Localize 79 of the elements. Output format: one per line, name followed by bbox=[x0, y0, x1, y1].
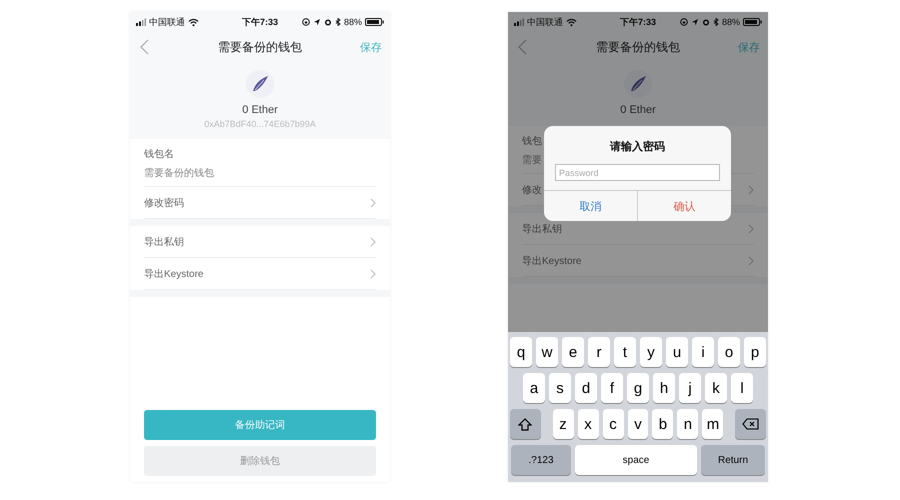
menu-item-label[interactable]: 导出Keystore bbox=[144, 266, 204, 280]
letter-key[interactable]: l bbox=[731, 373, 753, 403]
wifi-icon bbox=[188, 18, 199, 26]
menu-item-label[interactable]: 修改 bbox=[522, 182, 542, 196]
chevron-icon bbox=[748, 224, 754, 234]
letter-key[interactable]: o bbox=[718, 337, 740, 367]
rotation-lock-icon bbox=[680, 18, 688, 26]
bluetooth-icon bbox=[713, 18, 719, 26]
battery-percent: 88% bbox=[344, 17, 362, 27]
letter-key[interactable]: k bbox=[705, 373, 727, 403]
battery-percent: 88% bbox=[722, 17, 740, 27]
backspace-icon bbox=[742, 418, 760, 430]
letter-key[interactable]: h bbox=[653, 373, 675, 403]
page-title: 需要备份的钱包 bbox=[595, 38, 681, 56]
menu-item-label[interactable]: 导出私钥 bbox=[144, 234, 184, 248]
shift-key[interactable] bbox=[510, 409, 541, 439]
letter-key[interactable]: w bbox=[536, 337, 558, 367]
letter-key[interactable]: z bbox=[552, 409, 574, 439]
field-label: 钱包名 bbox=[144, 148, 174, 161]
battery-icon bbox=[743, 18, 762, 26]
field-label: 钱包 bbox=[522, 135, 542, 148]
ether-logo-icon bbox=[246, 70, 274, 98]
menu-item-label[interactable]: 导出Keystore bbox=[522, 254, 582, 268]
bluetooth-icon bbox=[335, 18, 341, 26]
letter-key[interactable]: j bbox=[679, 373, 701, 403]
password-field[interactable]: Password bbox=[555, 164, 720, 181]
letter-key[interactable]: n bbox=[677, 409, 698, 439]
numbers-key[interactable]: .?123 bbox=[511, 445, 571, 475]
menu-item-label[interactable]: 导出私钥 bbox=[522, 222, 562, 236]
letter-key[interactable]: x bbox=[578, 409, 599, 439]
letter-key[interactable]: v bbox=[628, 409, 648, 439]
page-title: 需要备份的钱包 bbox=[217, 38, 303, 56]
letter-key[interactable]: e bbox=[562, 337, 584, 367]
letter-key[interactable]: i bbox=[692, 337, 714, 367]
carrier-name: 中国联通 bbox=[149, 16, 185, 28]
letter-key[interactable]: s bbox=[549, 373, 571, 403]
letter-key[interactable]: f bbox=[601, 373, 623, 403]
letter-key[interactable]: a bbox=[523, 373, 545, 403]
chevron-icon bbox=[370, 268, 376, 278]
signal-icon bbox=[136, 18, 146, 26]
letter-key[interactable]: q bbox=[510, 337, 532, 367]
cancel-button[interactable]: 取消 bbox=[544, 191, 638, 221]
letter-key[interactable]: t bbox=[614, 337, 636, 367]
letter-key[interactable]: m bbox=[702, 409, 724, 439]
letter-key[interactable]: g bbox=[627, 373, 649, 403]
balance-text: 0 Ether bbox=[620, 104, 656, 116]
signal-icon bbox=[514, 18, 524, 26]
letter-key[interactable]: b bbox=[652, 409, 674, 439]
shift-icon bbox=[518, 418, 532, 430]
letter-key[interactable]: c bbox=[602, 409, 624, 439]
status-time: 下午7:33 bbox=[620, 16, 656, 28]
letter-key[interactable]: r bbox=[588, 337, 610, 367]
confirm-button[interactable]: 确认 bbox=[638, 191, 731, 221]
carrier-name: 中国联通 bbox=[527, 16, 563, 28]
delete-key[interactable] bbox=[735, 409, 766, 439]
letter-key[interactable]: d bbox=[575, 373, 597, 403]
location-icon bbox=[691, 18, 699, 26]
chevron-icon bbox=[370, 236, 376, 246]
wallet-address: 0xAb7BdF40...74E6b7b99A bbox=[204, 119, 316, 129]
menu-item-label[interactable]: 修改密码 bbox=[144, 196, 184, 210]
space-key[interactable]: space bbox=[575, 445, 697, 475]
alarm-icon bbox=[324, 18, 332, 26]
return-key[interactable]: Return bbox=[701, 445, 765, 475]
rotation-lock-icon bbox=[302, 18, 310, 26]
dialog-title: 请输入密码 bbox=[608, 140, 666, 155]
balance-text: 0 Ether bbox=[242, 104, 278, 116]
alarm-icon bbox=[702, 18, 710, 26]
wifi-icon bbox=[566, 18, 577, 26]
battery-icon bbox=[365, 18, 384, 26]
chevron-icon bbox=[748, 184, 754, 194]
chevron-icon bbox=[748, 256, 754, 266]
status-time: 下午7:33 bbox=[242, 16, 278, 28]
location-icon bbox=[313, 18, 321, 26]
chevron-icon bbox=[370, 198, 376, 208]
letter-key[interactable]: p bbox=[744, 337, 766, 367]
letter-key[interactable]: y bbox=[640, 337, 662, 367]
wallet-name-value: 需要备份的钱包 bbox=[144, 167, 214, 180]
letter-key[interactable]: u bbox=[666, 337, 688, 367]
wallet-name-value: 需要 bbox=[522, 154, 542, 167]
